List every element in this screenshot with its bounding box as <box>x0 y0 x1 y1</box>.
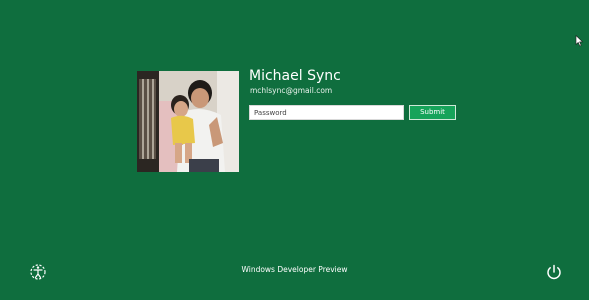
lock-screen: Michael Sync mchlsync@gmail.com Submit W… <box>0 0 589 300</box>
footer-text: Windows Developer Preview <box>241 265 348 274</box>
submit-button[interactable]: Submit <box>409 105 456 120</box>
user-avatar <box>137 71 239 172</box>
power-icon[interactable] <box>545 263 563 281</box>
mouse-pointer-icon <box>575 35 584 47</box>
password-field[interactable] <box>249 105 404 120</box>
user-email: mchlsync@gmail.com <box>250 86 333 95</box>
user-name: Michael Sync <box>249 68 341 84</box>
